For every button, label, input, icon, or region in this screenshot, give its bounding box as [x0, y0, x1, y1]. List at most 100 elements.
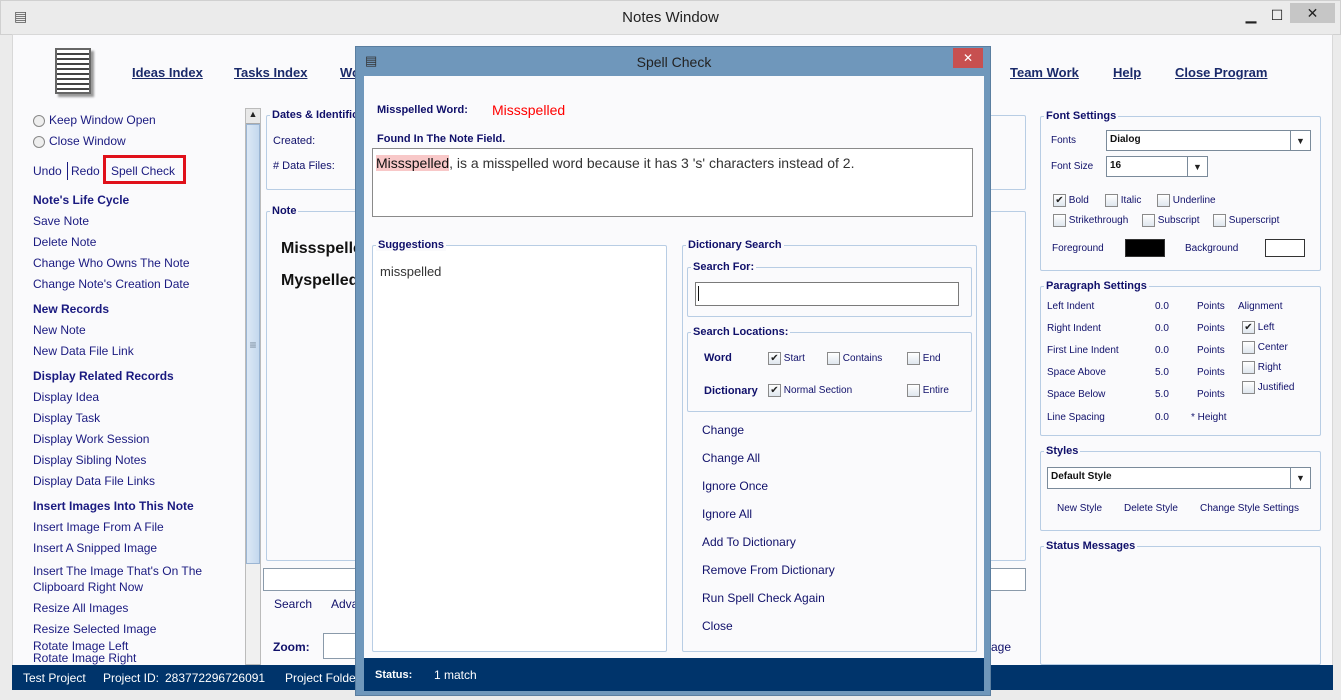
display-sibling-notes[interactable]: Display Sibling Notes — [33, 453, 146, 467]
display-idea[interactable]: Display Idea — [33, 390, 99, 404]
points-label: Points — [1197, 323, 1225, 334]
change-all-button[interactable]: Change All — [702, 451, 760, 465]
radio-keep-window-open[interactable]: Keep Window Open — [33, 113, 156, 127]
start-checkbox[interactable]: ✔ Start — [768, 352, 805, 365]
rotate-image-right[interactable]: Rotate Image Right — [33, 652, 136, 665]
checkbox-icon — [1242, 381, 1255, 394]
note-text-line[interactable]: Missspelle — [281, 240, 362, 258]
new-data-file-link[interactable]: New Data File Link — [33, 344, 134, 358]
align-center-checkbox[interactable]: Center — [1242, 341, 1288, 354]
right-indent-value[interactable]: 0.0 — [1155, 323, 1169, 334]
bold-checkbox[interactable]: ✔ Bold — [1053, 194, 1089, 207]
display-work-session[interactable]: Display Work Session — [33, 432, 149, 446]
close-window-button[interactable]: ✕ — [1290, 3, 1335, 23]
remove-from-dictionary-button[interactable]: Remove From Dictionary — [702, 563, 835, 577]
suggestions-title: Suggestions — [376, 239, 447, 251]
resize-all-images[interactable]: Resize All Images — [33, 601, 128, 615]
nav-help[interactable]: Help — [1113, 65, 1141, 80]
close-dialog-button[interactable]: Close — [702, 619, 733, 633]
add-to-dictionary-button[interactable]: Add To Dictionary — [702, 535, 796, 549]
delete-note[interactable]: Delete Note — [33, 235, 96, 249]
nav-team-work[interactable]: Team Work — [1010, 65, 1079, 80]
end-checkbox[interactable]: End — [907, 352, 941, 365]
line-spacing-value[interactable]: 0.0 — [1155, 412, 1169, 423]
left-indent-value[interactable]: 0.0 — [1155, 301, 1169, 312]
resize-selected-image[interactable]: Resize Selected Image — [33, 622, 156, 636]
styles-dropdown[interactable]: Default Style ▼ — [1047, 467, 1311, 489]
search-button[interactable]: Search — [274, 597, 312, 611]
display-task[interactable]: Display Task — [33, 411, 100, 425]
save-note[interactable]: Save Note — [33, 214, 89, 228]
entire-checkbox[interactable]: Entire — [907, 384, 949, 397]
undo-button[interactable]: Undo — [33, 164, 62, 178]
ignore-once-button[interactable]: Ignore Once — [702, 479, 768, 493]
align-right-checkbox[interactable]: Right — [1242, 361, 1281, 374]
new-note[interactable]: New Note — [33, 323, 86, 337]
scroll-thumb[interactable]: ≡ — [246, 124, 260, 564]
suggestion-item[interactable]: misspelled — [380, 264, 441, 279]
nav-tasks-index[interactable]: Tasks Index — [234, 65, 307, 80]
nav-close-program[interactable]: Close Program — [1175, 65, 1267, 80]
alignment-label: Alignment — [1238, 301, 1283, 312]
background-color-swatch[interactable] — [1265, 239, 1305, 257]
align-left-checkbox[interactable]: ✔ Left — [1242, 321, 1274, 334]
scroll-up-icon[interactable]: ▲ — [246, 109, 260, 124]
dates-title: Dates & Identific — [270, 109, 361, 121]
styles-title: Styles — [1044, 445, 1081, 457]
underline-checkbox[interactable]: Underline — [1157, 194, 1216, 207]
radio-icon — [33, 114, 45, 127]
context-text[interactable]: Missspelled, is a misspelled word becaus… — [372, 148, 973, 217]
first-line-indent-value[interactable]: 0.0 — [1155, 345, 1169, 356]
checkbox-icon — [827, 352, 840, 365]
foreground-label: Foreground — [1052, 243, 1104, 254]
spell-check-dialog: ▤ Spell Check ✕ Misspelled Word: Missspe… — [355, 46, 991, 696]
font-size-value: 16 — [1110, 160, 1122, 171]
status-messages-group — [1040, 546, 1321, 665]
align-right-label: Right — [1257, 362, 1282, 374]
change-creation-date[interactable]: Change Note's Creation Date — [33, 277, 189, 291]
delete-style-button[interactable]: Delete Style — [1124, 503, 1178, 514]
italic-label: Italic — [1120, 195, 1142, 207]
foreground-color-swatch[interactable] — [1125, 239, 1165, 257]
note-title: Note — [270, 205, 299, 217]
run-spell-check-again-button[interactable]: Run Spell Check Again — [702, 591, 825, 605]
search-for-input[interactable] — [695, 282, 959, 306]
insert-clipboard-image[interactable]: Insert The Image That's On The Clipboard… — [33, 563, 213, 595]
space-below-label: Space Below — [1047, 389, 1106, 400]
normal-section-checkbox[interactable]: ✔ Normal Section — [768, 384, 852, 397]
change-style-settings-button[interactable]: Change Style Settings — [1200, 503, 1299, 514]
subscript-checkbox[interactable]: Subscript — [1142, 214, 1199, 227]
styles-value: Default Style — [1051, 471, 1112, 482]
redo-button[interactable]: Redo — [71, 164, 100, 178]
insert-snipped-image[interactable]: Insert A Snipped Image — [33, 541, 157, 555]
chevron-down-icon: ▼ — [1290, 468, 1310, 488]
align-justified-checkbox[interactable]: Justified — [1242, 381, 1294, 394]
nav-ideas-index[interactable]: Ideas Index — [132, 65, 203, 80]
new-style-button[interactable]: New Style — [1057, 503, 1102, 514]
space-above-value[interactable]: 5.0 — [1155, 367, 1169, 378]
change-button[interactable]: Change — [702, 423, 744, 437]
superscript-checkbox[interactable]: Superscript — [1213, 214, 1279, 227]
checkbox-checked-icon: ✔ — [1242, 321, 1255, 334]
strikethrough-checkbox[interactable]: Strikethrough — [1053, 214, 1128, 227]
change-owner[interactable]: Change Who Owns The Note — [33, 256, 190, 270]
highlighted-word: Missspelled — [376, 155, 450, 171]
space-below-value[interactable]: 5.0 — [1155, 389, 1169, 400]
italic-checkbox[interactable]: Italic — [1105, 194, 1141, 207]
dialog-close-button[interactable]: ✕ — [953, 48, 983, 68]
display-data-file-links[interactable]: Display Data File Links — [33, 474, 155, 488]
dialog-body: Misspelled Word: Missspelled Found In Th… — [364, 76, 984, 658]
insert-image-file[interactable]: Insert Image From A File — [33, 520, 164, 534]
checkbox-icon — [1157, 194, 1170, 207]
contains-checkbox[interactable]: Contains — [827, 352, 882, 365]
note-text-line[interactable]: Myspelled — [281, 272, 358, 290]
checkbox-icon — [1213, 214, 1226, 227]
checkbox-icon — [1105, 194, 1118, 207]
spell-check-button[interactable]: Spell Check — [103, 155, 186, 184]
font-size-dropdown[interactable]: 16 ▼ — [1106, 156, 1208, 177]
radio-close-window[interactable]: Close Window — [33, 134, 126, 148]
vertical-scrollbar[interactable]: ▲ ≡ — [245, 108, 261, 665]
misspelled-word-label: Misspelled Word: — [377, 104, 468, 116]
ignore-all-button[interactable]: Ignore All — [702, 507, 752, 521]
fonts-dropdown[interactable]: Dialog ▼ — [1106, 130, 1311, 151]
